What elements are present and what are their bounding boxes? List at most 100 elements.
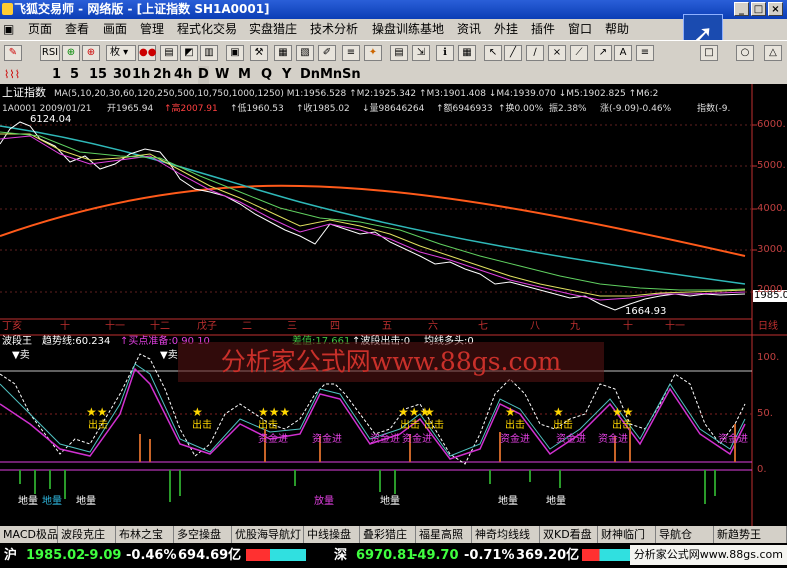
menu-view[interactable]: 查看 [65, 19, 89, 40]
calc-icon[interactable]: ▦ [458, 45, 476, 61]
tab-macd[interactable]: MACD极品 [0, 526, 58, 543]
box-icon[interactable]: ▣ [226, 45, 244, 61]
tab-diecai[interactable]: 叠彩猎庄 [360, 526, 416, 543]
window-controls: _ □ × [734, 2, 783, 16]
sh-value: 1985.02 [26, 548, 86, 563]
tab-xinqushi[interactable]: 新趋势王 [714, 526, 787, 543]
menu-plugins[interactable]: 插件 [531, 19, 555, 40]
menu-news[interactable]: 资讯 [457, 19, 481, 40]
doc-icon[interactable]: ▧ [296, 45, 314, 61]
period-4h[interactable]: 4h [174, 66, 192, 84]
info-volume: ↓量98646264 [362, 104, 425, 114]
tab-caishen[interactable]: 财神临门 [598, 526, 656, 543]
sz-label: 深 [334, 548, 348, 563]
tab-daohang[interactable]: 导航仓 [656, 526, 714, 543]
info-low: ↑低1960.53 [230, 104, 284, 114]
period-mn[interactable]: Mn [320, 66, 342, 84]
exit-icon[interactable]: ⇲ [412, 45, 430, 61]
period-select[interactable]: 枚 ▾ [106, 45, 136, 61]
tab-boduan[interactable]: 波段克庄 [58, 526, 116, 543]
period-day[interactable]: D [198, 66, 209, 84]
brush2-icon[interactable]: ⟋ [570, 45, 588, 61]
chart-area[interactable]: 上证指数 MA(5,10,20,30,60,120,250,500,10,750… [0, 84, 787, 526]
info-icon[interactable]: ℹ [436, 45, 454, 61]
tools-icon[interactable]: ⚒ [250, 45, 268, 61]
star-icon: ★ [192, 405, 203, 419]
pin-icon[interactable]: ✎ [4, 45, 22, 61]
period-15[interactable]: 15 [89, 66, 107, 84]
rect-icon[interactable]: □ [700, 45, 718, 61]
tab-fuxing[interactable]: 福星高照 [416, 526, 472, 543]
sh-change: -9.09 [84, 548, 122, 563]
pin2-icon[interactable]: ∕ [526, 45, 544, 61]
period-30[interactable]: 30 [113, 66, 131, 84]
menu-tech-analysis[interactable]: 技术分析 [310, 19, 358, 40]
period-sn[interactable]: Sn [342, 66, 361, 84]
menu-training[interactable]: 操盘训练基地 [372, 19, 444, 40]
cross-icon[interactable]: × [548, 45, 566, 61]
maximize-button[interactable]: □ [751, 2, 766, 16]
price-tick-5000: 5000. [757, 160, 786, 171]
star-icon: ★ [553, 405, 564, 419]
chart-icon[interactable]: ▤ [160, 45, 178, 61]
minimize-button[interactable]: _ [734, 2, 749, 16]
list-icon[interactable]: ≡ [342, 45, 360, 61]
tick-icon[interactable]: ⊕ [62, 45, 80, 61]
tab-shuangkd[interactable]: 双KD看盘 [540, 526, 598, 543]
triangle-icon[interactable]: △ [764, 45, 782, 61]
menu-window[interactable]: 窗口 [568, 19, 592, 40]
period-quarter[interactable]: Q [261, 66, 272, 84]
period-1[interactable]: 1 [52, 66, 61, 84]
sz-change: -49.70 [412, 548, 459, 563]
period-2h[interactable]: 2h [153, 66, 171, 84]
rsi-button[interactable]: RSI [40, 45, 60, 61]
text-icon[interactable]: A [614, 45, 632, 61]
tab-duokong[interactable]: 多空操盘 [174, 526, 232, 543]
oval-icon[interactable]: ○ [736, 45, 754, 61]
month-label: 七 [478, 321, 488, 332]
signal-diliang: 地量 [546, 496, 566, 507]
period-1h[interactable]: 1h [132, 66, 150, 84]
volume-histogram [19, 470, 716, 504]
folder-icon[interactable]: ●● [138, 45, 156, 61]
menu-help[interactable]: 帮助 [605, 19, 629, 40]
period-dn[interactable]: Dn [300, 66, 320, 84]
menu-screen[interactable]: 画面 [103, 19, 127, 40]
menu-icon[interactable]: ≡ [636, 45, 654, 61]
signal-fangliang: 放量 [314, 496, 334, 507]
tab-shenqi[interactable]: 神奇均线线 [472, 526, 540, 543]
tab-zhongxian[interactable]: 中线操盘 [304, 526, 360, 543]
arrow-icon[interactable]: ↗ [594, 45, 612, 61]
star-icon[interactable]: ✦ [364, 45, 382, 61]
info-close: ↑收1985.02 [296, 104, 350, 114]
main-chart-svg[interactable] [0, 84, 787, 526]
menu-plugin-ext[interactable]: 外挂 [494, 19, 518, 40]
period-week[interactable]: W [215, 66, 229, 84]
month-label: 五 [382, 321, 392, 332]
price-tick-2000: 2000. [757, 284, 786, 295]
menu-page[interactable]: 页面 [28, 19, 52, 40]
pen-icon[interactable]: ▦ [274, 45, 292, 61]
save-icon[interactable]: ▤ [390, 45, 408, 61]
main-chart-title: 上证指数 [2, 86, 46, 99]
period-chart-icon[interactable]: ⌇⌇⌇ [4, 68, 44, 82]
tab-bulin[interactable]: 布林之宝 [116, 526, 174, 543]
menu-manage[interactable]: 管理 [140, 19, 164, 40]
period-5[interactable]: 5 [70, 66, 79, 84]
line-icon[interactable]: ╱ [504, 45, 522, 61]
close-button[interactable]: × [768, 2, 783, 16]
info-index: 指数(-9. [697, 104, 731, 114]
brush-icon[interactable]: ✐ [318, 45, 336, 61]
period-month[interactable]: M [238, 66, 251, 84]
cursor-icon[interactable]: ↖ [484, 45, 502, 61]
menu-doc-icon[interactable]: ▣ [3, 19, 14, 40]
plus-icon[interactable]: ⊕ [82, 45, 100, 61]
menu-program-trade[interactable]: 程式化交易 [177, 19, 237, 40]
k-icon[interactable]: ◩ [180, 45, 198, 61]
price-high-label: 6124.04 [30, 114, 72, 125]
period-year[interactable]: Y [282, 66, 291, 84]
note-icon[interactable]: ▥ [200, 45, 218, 61]
tab-yougu[interactable]: 优股海导航灯 [232, 526, 304, 543]
signal-chuji: 出击 [192, 420, 212, 431]
menu-hunt[interactable]: 实盘猎庄 [249, 19, 297, 40]
